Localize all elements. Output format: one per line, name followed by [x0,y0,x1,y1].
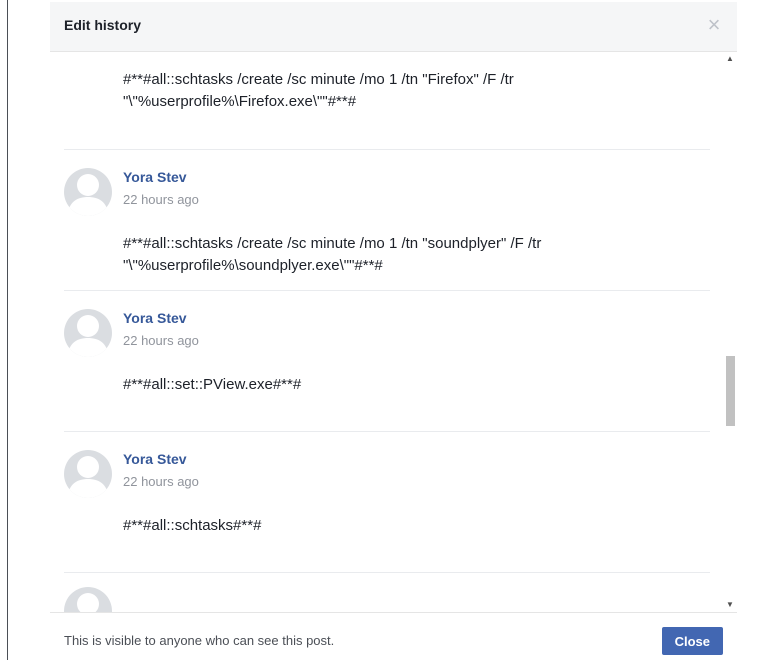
avatar[interactable] [64,587,112,612]
scrollbar-thumb[interactable] [726,356,735,426]
entry-text: #**#all::schtasks#**# [123,517,262,534]
timestamp[interactable]: 22 hours ago [123,192,199,207]
author-name[interactable]: Yora Stev [123,169,187,185]
dialog-title: Edit history [64,17,142,33]
entry-text: #**#all::set::PView.exe#**# [123,376,302,393]
edit-history-list[interactable]: #**#all::schtasks /create /sc minute /mo… [50,52,737,612]
history-entry: Yora Stev 22 hours ago #**#all::schtasks… [64,150,710,291]
author-name[interactable]: Yora Stev [123,310,187,326]
history-entry: Yora Stev 22 hours ago #**#all::schtasks… [64,432,710,573]
close-x-icon[interactable]: × [703,14,725,36]
history-entry-partial [64,573,710,612]
history-entry: Yora Stev 22 hours ago #**#all::set::PVi… [64,291,710,432]
edit-history-dialog: Edit history × #**#all::schtasks /create… [50,2,737,660]
close-button[interactable]: Close [661,627,723,655]
avatar[interactable] [64,168,112,216]
dialog-header: Edit history × [50,2,737,52]
entry-text: #**#all::schtasks /create /sc minute /mo… [123,71,514,110]
page: Edit history × #**#all::schtasks /create… [0,0,773,660]
page-left-border [7,0,8,660]
avatar[interactable] [64,309,112,357]
timestamp[interactable]: 22 hours ago [123,474,199,489]
timestamp[interactable]: 22 hours ago [123,333,199,348]
scroll-up-arrow-icon[interactable]: ▲ [723,52,737,66]
avatar[interactable] [64,450,112,498]
dialog-footer: This is visible to anyone who can see th… [50,612,737,660]
entry-text: #**#all::schtasks /create /sc minute /mo… [123,235,542,274]
vertical-scrollbar[interactable]: ▲ ▼ [723,52,737,612]
author-name[interactable]: Yora Stev [123,451,187,467]
scroll-down-arrow-icon[interactable]: ▼ [723,598,737,612]
history-entry: #**#all::schtasks /create /sc minute /mo… [64,52,710,150]
entries-container: #**#all::schtasks /create /sc minute /mo… [50,52,710,612]
visibility-note: This is visible to anyone who can see th… [64,633,335,648]
